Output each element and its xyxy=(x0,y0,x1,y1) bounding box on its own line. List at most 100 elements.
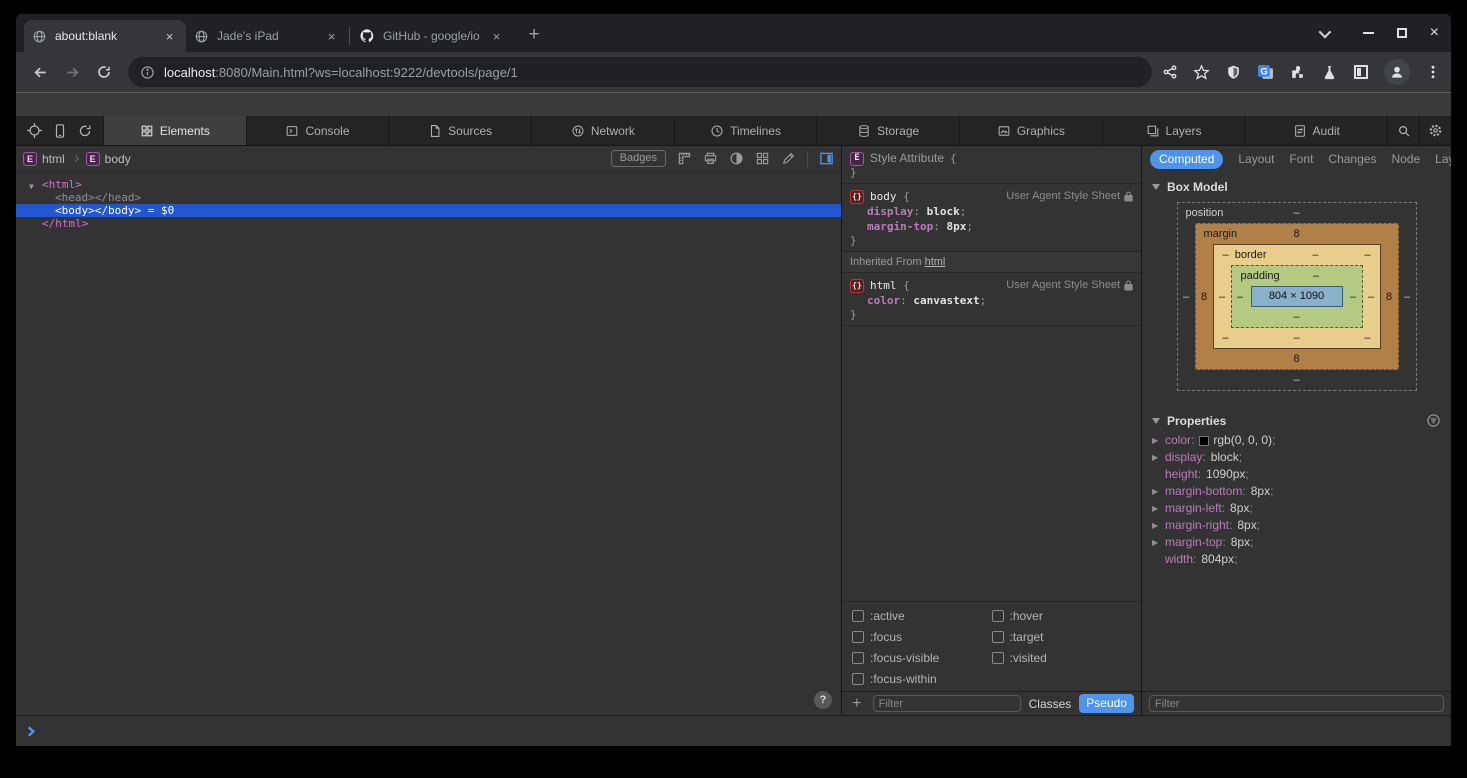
border-top-right-value[interactable]: – xyxy=(1364,245,1370,265)
shield-extension-icon[interactable] xyxy=(1225,64,1242,81)
dom-node-head[interactable]: <head></head> xyxy=(16,191,841,204)
close-icon[interactable]: × xyxy=(323,28,340,45)
checkbox[interactable] xyxy=(992,610,1004,622)
breadcrumb-item-body[interactable]: body xyxy=(105,152,131,166)
sidebar-tab-node[interactable]: Node xyxy=(1391,152,1420,166)
tab-audit[interactable]: Audit xyxy=(1244,116,1387,145)
info-icon[interactable] xyxy=(140,65,155,80)
computed-filter-input[interactable] xyxy=(1149,695,1444,712)
sidebar-tab-font[interactable]: Font xyxy=(1289,152,1313,166)
margin-right-value[interactable]: 8 xyxy=(1381,291,1398,303)
pseudo-toggle-hover[interactable]: :hover xyxy=(992,609,1132,623)
add-rule-button[interactable]: + xyxy=(849,695,865,713)
rule-selector[interactable]: html xyxy=(870,279,897,292)
sidebar-tab-layout[interactable]: Layout xyxy=(1238,152,1274,166)
inspector-reload-icon[interactable] xyxy=(77,123,93,139)
box-model-header[interactable]: Box Model xyxy=(1142,172,1451,198)
style-attribute-section[interactable]: E Style Attribute { } xyxy=(842,146,1141,184)
contrast-icon[interactable] xyxy=(729,151,744,166)
inherited-node-link[interactable]: html xyxy=(925,256,946,268)
tab-layers[interactable]: Layers xyxy=(1102,116,1245,145)
property-row-display[interactable]: ▶ display: block; xyxy=(1142,449,1451,466)
sidebar-tab-changes[interactable]: Changes xyxy=(1328,152,1376,166)
bookmark-star-icon[interactable] xyxy=(1193,64,1210,81)
help-icon[interactable]: ? xyxy=(814,691,832,709)
margin-top-value[interactable]: 8 xyxy=(1293,228,1299,240)
property-row-height[interactable]: height: 1090px; xyxy=(1142,466,1451,483)
pseudo-toggle-visited[interactable]: :visited xyxy=(992,651,1132,665)
tab-elements[interactable]: Elements xyxy=(103,116,246,145)
pseudo-toggle-focus-visible[interactable]: :focus-visible xyxy=(852,651,992,665)
css-property[interactable]: margin-top: 8px; xyxy=(850,219,1133,234)
classes-button[interactable]: Classes xyxy=(1029,697,1072,711)
tab-sources[interactable]: Sources xyxy=(388,116,531,145)
pseudo-toggle-active[interactable]: :active xyxy=(852,609,992,623)
rule-selector[interactable]: body xyxy=(870,190,897,203)
margin-left-value[interactable]: 8 xyxy=(1196,291,1213,303)
padding-top-value[interactable]: – xyxy=(1313,266,1319,286)
position-top-value[interactable]: – xyxy=(1293,207,1299,219)
disclosure-triangle-icon[interactable]: ▶ xyxy=(1152,432,1165,449)
share-icon[interactable] xyxy=(1162,64,1178,80)
tab-console[interactable]: Console xyxy=(246,116,389,145)
close-icon[interactable]: × xyxy=(161,28,178,45)
disclosure-triangle-icon[interactable] xyxy=(1152,418,1160,424)
pseudo-toggle-focus-within[interactable]: :focus-within xyxy=(852,672,992,686)
pseudo-toggle-target[interactable]: :target xyxy=(992,630,1132,644)
checkbox[interactable] xyxy=(852,673,864,685)
checkbox[interactable] xyxy=(852,652,864,664)
border-bottom-right-value[interactable]: – xyxy=(1364,328,1370,348)
grid-icon[interactable] xyxy=(755,151,770,166)
border-top-value[interactable]: – xyxy=(1312,245,1318,265)
dom-node-body-selected[interactable]: <body></body> = $0 xyxy=(16,204,841,217)
tab-timelines[interactable]: Timelines xyxy=(674,116,817,145)
border-right-value[interactable]: – xyxy=(1363,291,1380,303)
disclosure-triangle-icon[interactable]: ▶ xyxy=(1152,534,1165,551)
sidebar-tab-computed[interactable]: Computed xyxy=(1150,150,1223,169)
property-row-margin-top[interactable]: ▶ margin-top: 8px; xyxy=(1142,534,1451,551)
minimize-button[interactable] xyxy=(1363,32,1374,34)
checkbox[interactable] xyxy=(852,610,864,622)
disclosure-triangle-icon[interactable] xyxy=(1152,184,1160,190)
border-bottom-left-value[interactable]: – xyxy=(1223,328,1229,348)
padding-right-value[interactable]: – xyxy=(1345,291,1362,303)
disclosure-triangle-icon[interactable]: ▶ xyxy=(1152,449,1165,466)
inspect-crosshair-icon[interactable] xyxy=(26,122,43,139)
tab-network[interactable]: Network xyxy=(531,116,674,145)
new-tab-button[interactable]: + xyxy=(521,22,547,48)
properties-header[interactable]: Properties xyxy=(1142,405,1451,432)
checkbox[interactable] xyxy=(992,631,1004,643)
back-button[interactable] xyxy=(26,58,54,86)
badges-button[interactable]: Badges xyxy=(611,150,666,167)
details-sidebar-toggle-icon[interactable] xyxy=(819,151,834,166)
checkbox[interactable] xyxy=(992,652,1004,664)
pseudo-button[interactable]: Pseudo xyxy=(1079,694,1134,713)
styles-filter-input[interactable] xyxy=(873,695,1021,712)
property-row-width[interactable]: width: 804px; xyxy=(1142,551,1451,568)
maximize-button[interactable] xyxy=(1397,28,1407,38)
properties-filter-icon[interactable] xyxy=(1426,413,1441,428)
css-property[interactable]: display: block; xyxy=(850,204,1133,219)
console-prompt-bar[interactable] xyxy=(16,715,1451,746)
property-row-margin-left[interactable]: ▶ margin-left: 8px; xyxy=(1142,500,1451,517)
tab-search-chevron-icon[interactable] xyxy=(1318,25,1331,38)
property-row-margin-bottom[interactable]: ▶ margin-bottom: 8px; xyxy=(1142,483,1451,500)
edit-pencil-icon[interactable] xyxy=(781,151,796,166)
ruler-icon[interactable] xyxy=(677,151,692,166)
property-row-margin-right[interactable]: ▶ margin-right: 8px; xyxy=(1142,517,1451,534)
reload-button[interactable] xyxy=(90,58,118,86)
checkbox[interactable] xyxy=(852,631,864,643)
border-bottom-value[interactable]: – xyxy=(1293,328,1299,348)
disclosure-triangle-icon[interactable]: ▶ xyxy=(1152,500,1165,517)
padding-left-value[interactable]: – xyxy=(1232,291,1249,303)
window-close-button[interactable]: × xyxy=(1430,28,1439,38)
disclosure-triangle-icon[interactable]: ▶ xyxy=(1152,483,1165,500)
extensions-puzzle-icon[interactable] xyxy=(1289,64,1306,81)
address-bar[interactable]: localhost:8080/Main.html?ws=localhost:92… xyxy=(128,57,1152,87)
browser-tab-jades-ipad[interactable]: Jade's iPad × xyxy=(186,20,348,52)
close-icon[interactable]: × xyxy=(488,28,505,45)
margin-bottom-value[interactable]: 8 xyxy=(1293,353,1299,365)
css-property[interactable]: color: canvastext; xyxy=(850,293,1133,308)
browser-tab-github[interactable]: GitHub - google/ios-webkit-d × xyxy=(351,20,513,52)
color-swatch[interactable] xyxy=(1199,436,1209,446)
